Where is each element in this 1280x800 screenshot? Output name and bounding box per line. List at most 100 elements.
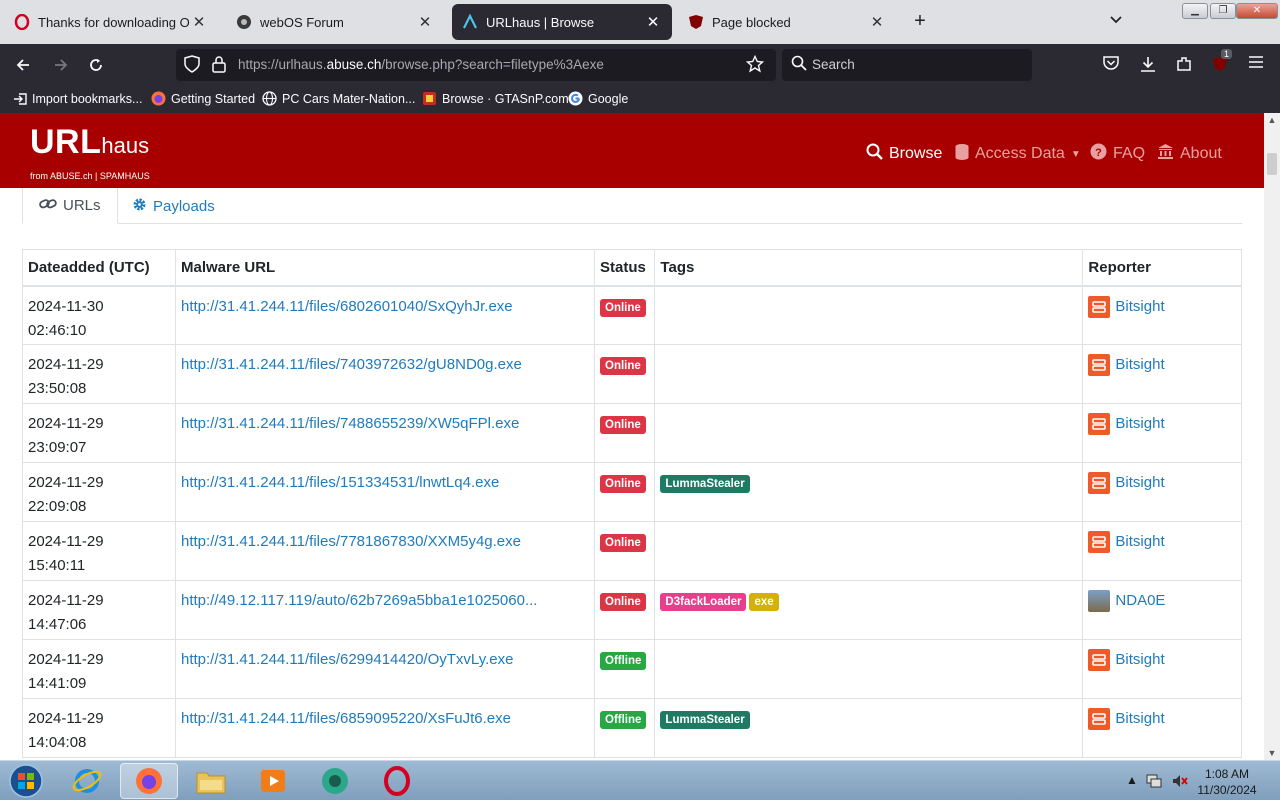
bookmark-getting-started[interactable]: Getting Started bbox=[151, 91, 255, 106]
search-input[interactable]: Search bbox=[782, 49, 1032, 81]
menu-access-data[interactable]: Access Data ▼ bbox=[955, 143, 1081, 165]
reporter-link[interactable]: NDA0E bbox=[1115, 589, 1165, 613]
list-all-tabs-button[interactable] bbox=[1110, 13, 1122, 27]
bookmark-google[interactable]: Google bbox=[568, 91, 628, 106]
taskbar-firefox[interactable] bbox=[120, 763, 178, 799]
urlhaus-logo[interactable]: URLhaus from ABUSE.ch | SPAMHAUS bbox=[30, 123, 150, 181]
start-button[interactable] bbox=[0, 763, 52, 799]
taskbar-media-player[interactable] bbox=[244, 763, 302, 799]
column-header[interactable]: Dateadded (UTC) bbox=[22, 249, 176, 287]
ublock-extension-icon[interactable]: 1 bbox=[1209, 49, 1233, 78]
column-header[interactable]: Reporter bbox=[1082, 249, 1242, 287]
tab-urlhaus-browse[interactable]: URLhaus | Browse ✕ bbox=[452, 4, 672, 40]
malware-url-link[interactable]: http://31.41.244.11/files/151334531/lnwt… bbox=[181, 474, 499, 491]
scroll-down-icon[interactable]: ▼ bbox=[1264, 748, 1280, 758]
menu-browse[interactable]: Browse bbox=[866, 143, 942, 165]
tag-badge[interactable]: exe bbox=[749, 593, 779, 611]
show-hidden-icons-icon[interactable]: ▲ bbox=[1126, 773, 1138, 787]
back-arrow-icon bbox=[16, 59, 29, 71]
search-icon bbox=[791, 55, 807, 75]
tab-webos-forum[interactable]: webOS Forum ✕ bbox=[226, 4, 444, 40]
reporter-link[interactable]: Bitsight bbox=[1115, 412, 1164, 436]
taskbar-chat-app[interactable] bbox=[306, 763, 364, 799]
malware-url-link[interactable]: http://49.12.117.119/auto/62b7269a5bba1e… bbox=[181, 592, 537, 609]
column-header[interactable]: Status bbox=[593, 249, 656, 287]
downloads-icon[interactable] bbox=[1137, 55, 1159, 78]
date-cell: 2024-11-29 23:50:08 bbox=[22, 344, 176, 404]
close-window-button[interactable]: ✕ bbox=[1236, 3, 1278, 19]
reporter-link[interactable]: Bitsight bbox=[1115, 353, 1164, 377]
import-icon bbox=[12, 91, 27, 106]
menu-about[interactable]: About bbox=[1157, 143, 1222, 164]
urlhaus-icon bbox=[462, 14, 478, 30]
bookmark-gtasnp[interactable]: Browse · GTASnP.com bbox=[422, 91, 569, 106]
minimize-button[interactable]: ▁ bbox=[1182, 3, 1208, 19]
reporter-link[interactable]: Bitsight bbox=[1115, 530, 1164, 554]
chevron-down-icon bbox=[1110, 16, 1122, 24]
tab-page-blocked[interactable]: Page blocked ✕ bbox=[678, 4, 896, 40]
bookmark-pc-cars[interactable]: PC Cars Mater-Nation... bbox=[262, 91, 415, 106]
pocket-icon[interactable] bbox=[1100, 55, 1122, 76]
bookmark-star-icon[interactable] bbox=[745, 54, 765, 77]
address-bar[interactable]: https://urlhaus.abuse.ch/browse.php?sear… bbox=[176, 49, 776, 81]
status-cell: Online bbox=[593, 580, 656, 640]
new-tab-button[interactable]: + bbox=[908, 10, 932, 33]
menu-faq[interactable]: ? FAQ bbox=[1090, 143, 1145, 165]
malware-url-link[interactable]: http://31.41.244.11/files/6299414420/OyT… bbox=[181, 651, 513, 668]
tab-opera-download[interactable]: Thanks for downloading Opera ✕ bbox=[4, 4, 218, 40]
reporter-link[interactable]: Bitsight bbox=[1115, 295, 1164, 319]
taskbar-opera[interactable] bbox=[368, 763, 426, 799]
malware-url-link[interactable]: http://31.41.244.11/files/6859095220/XsF… bbox=[181, 710, 511, 727]
reporter-link[interactable]: Bitsight bbox=[1115, 707, 1164, 731]
reporter-cell: Bitsight bbox=[1082, 344, 1242, 404]
tracking-protection-icon[interactable] bbox=[184, 55, 200, 77]
close-tab-icon[interactable]: ✕ bbox=[644, 13, 662, 31]
status-badge: Offline bbox=[600, 711, 647, 729]
app-menu-icon[interactable] bbox=[1245, 55, 1267, 74]
question-icon: ? bbox=[1090, 143, 1107, 165]
network-icon[interactable] bbox=[1146, 773, 1162, 792]
tag-badge[interactable]: D3fackLoader bbox=[660, 593, 747, 611]
malware-url-link[interactable]: http://31.41.244.11/files/7403972632/gU8… bbox=[181, 356, 522, 373]
reload-button[interactable] bbox=[83, 52, 109, 78]
tab-title: Page blocked bbox=[712, 14, 791, 30]
reporter-link[interactable]: Bitsight bbox=[1115, 648, 1164, 672]
malware-url-link[interactable]: http://31.41.244.11/files/7488655239/XW5… bbox=[181, 415, 519, 432]
scroll-up-icon[interactable]: ▲ bbox=[1264, 115, 1280, 125]
column-header[interactable]: Tags bbox=[654, 249, 1084, 287]
bitsight-logo-icon bbox=[1088, 472, 1111, 494]
url-cell: http://31.41.244.11/files/7488655239/XW5… bbox=[175, 403, 595, 463]
tab-title: URLhaus | Browse bbox=[486, 14, 595, 30]
date-added: 2024-11-29 bbox=[28, 474, 104, 491]
extensions-icon[interactable] bbox=[1173, 55, 1195, 78]
system-clock[interactable]: 1:08 AM 11/30/2024 bbox=[1196, 766, 1258, 798]
column-header[interactable]: Malware URL bbox=[175, 249, 595, 287]
tag-badge[interactable]: LummaStealer bbox=[660, 475, 750, 493]
close-tab-icon[interactable]: ✕ bbox=[190, 13, 208, 31]
site-header: URLhaus from ABUSE.ch | SPAMHAUS Browse … bbox=[0, 113, 1264, 188]
close-tab-icon[interactable]: ✕ bbox=[416, 13, 434, 31]
back-button[interactable] bbox=[10, 52, 36, 78]
restore-button[interactable]: ❐ bbox=[1210, 3, 1236, 19]
bookmark-import[interactable]: Import bookmarks... bbox=[12, 91, 142, 106]
tab-urls[interactable]: URLs bbox=[22, 188, 118, 224]
gear-icon bbox=[132, 197, 147, 216]
tag-badge[interactable]: LummaStealer bbox=[660, 711, 750, 729]
lock-icon[interactable] bbox=[212, 55, 226, 77]
taskbar-internet-explorer[interactable] bbox=[58, 763, 116, 799]
malware-url-link[interactable]: http://31.41.244.11/files/6802601040/SxQ… bbox=[181, 298, 513, 315]
reporter-link[interactable]: Bitsight bbox=[1115, 471, 1164, 495]
tab-payloads[interactable]: Payloads bbox=[116, 188, 231, 224]
table-row: 2024-11-29 14:47:06 http://49.12.117.119/a… bbox=[22, 580, 1242, 640]
volume-muted-icon[interactable] bbox=[1172, 773, 1188, 792]
malware-url-link[interactable]: http://31.41.244.11/files/7781867830/XXM… bbox=[181, 533, 521, 550]
date-cell: 2024-11-29 14:47:06 bbox=[22, 580, 176, 640]
forward-button[interactable] bbox=[48, 52, 74, 78]
taskbar-file-explorer[interactable] bbox=[182, 763, 240, 799]
close-tab-icon[interactable]: ✕ bbox=[868, 13, 886, 31]
status-badge: Online bbox=[600, 475, 646, 493]
page-scrollbar[interactable]: ▲ ▼ bbox=[1264, 113, 1280, 760]
scrollbar-thumb[interactable] bbox=[1267, 153, 1277, 175]
ublock-icon bbox=[688, 14, 704, 30]
tags-cell bbox=[654, 344, 1084, 404]
